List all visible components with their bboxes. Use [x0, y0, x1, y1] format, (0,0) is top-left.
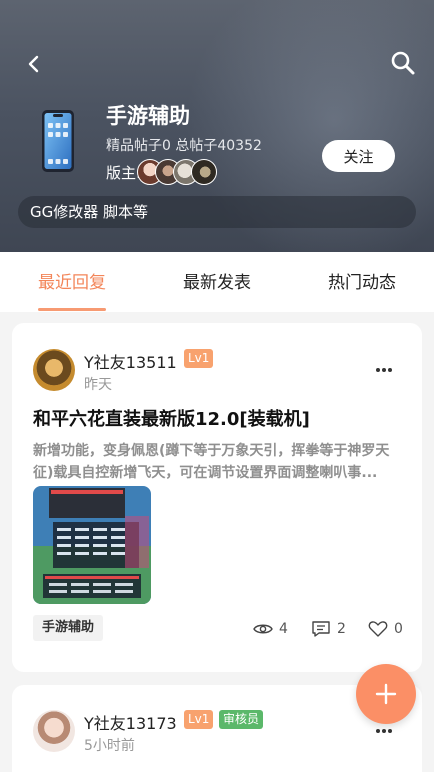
eye-icon: [253, 624, 273, 634]
post-time: 5小时前: [84, 738, 135, 754]
view-count: 4: [253, 619, 288, 639]
create-post-button[interactable]: [356, 664, 416, 724]
username[interactable]: Y社友13173: [84, 710, 177, 734]
tab-hot-activity[interactable]: 热门动态: [328, 268, 396, 293]
heart-icon: [368, 621, 388, 637]
like-count-value: 0: [394, 621, 403, 637]
tab-recent-replies[interactable]: 最近回复: [38, 268, 106, 293]
post-title[interactable]: 和平六花直装最新版12.0[装载机]: [33, 405, 310, 431]
post-thumbnail[interactable]: [33, 486, 151, 604]
back-icon[interactable]: [20, 50, 48, 78]
follow-button[interactable]: 关注: [322, 140, 395, 172]
avatar[interactable]: [33, 710, 75, 752]
moderator-label: 版主:: [106, 163, 142, 182]
reviewer-badge: 审核员: [219, 710, 264, 729]
post-tag[interactable]: 手游辅助: [33, 615, 104, 641]
level-badge: Lv1: [184, 710, 214, 729]
view-count-value: 4: [279, 621, 288, 637]
comment-icon: [312, 621, 330, 637]
section-stats: 精品帖子0 总帖子40352: [106, 138, 262, 154]
tab-indicator: [38, 308, 106, 311]
tab-bar: 最近回复 最新发表 热门动态: [0, 252, 434, 312]
level-badge: Lv1: [184, 349, 214, 368]
tab-latest-posts[interactable]: 最新发表: [183, 268, 251, 293]
section-title: 手游辅助: [106, 104, 190, 128]
username[interactable]: Y社友13511: [84, 349, 177, 373]
post-card[interactable]: Y社友13511 Lv1 昨天 和平六花直装最新版12.0[装载机] 新增功能，…: [12, 323, 422, 672]
search-icon[interactable]: [388, 48, 418, 78]
post-time: 昨天: [84, 377, 112, 393]
more-icon[interactable]: [374, 365, 394, 375]
moderator-row: 版主:: [106, 159, 218, 185]
section-description: GG修改器 脚本等: [18, 196, 416, 228]
comment-count-value: 2: [337, 621, 346, 637]
avatar[interactable]: [33, 349, 75, 391]
comment-count[interactable]: 2: [311, 619, 346, 639]
plus-icon: [375, 683, 397, 705]
moderator-avatar[interactable]: [191, 159, 218, 185]
more-icon[interactable]: [374, 726, 394, 736]
phone-icon: [42, 110, 74, 172]
like-count[interactable]: 0: [368, 619, 403, 639]
section-header: 手游辅助 精品帖子0 总帖子40352 版主: 关注 GG修改器 脚本等: [0, 0, 434, 252]
post-excerpt: 新增功能，变身佩恩(蹲下等于万象天引，挥拳等于神罗天征)载具自控新增飞天，可在调…: [33, 443, 390, 481]
